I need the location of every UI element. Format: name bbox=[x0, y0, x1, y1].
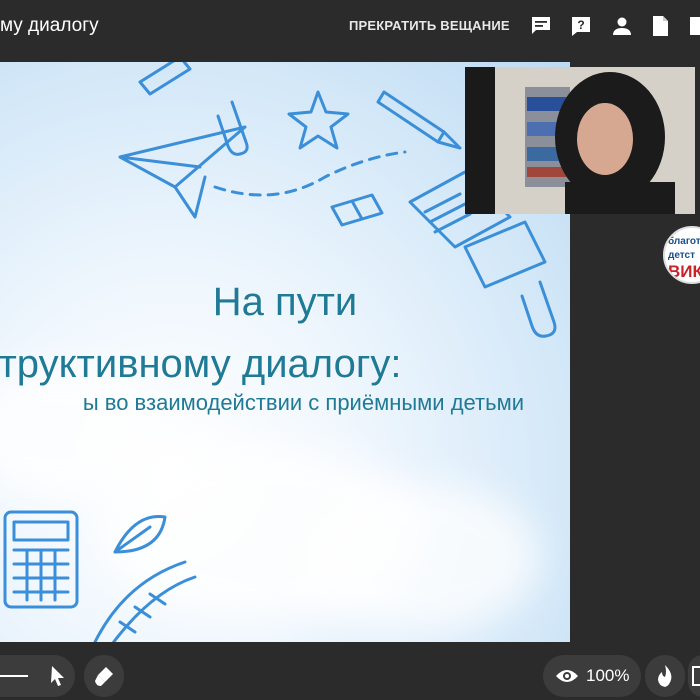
avatar-line1: благот bbox=[668, 236, 700, 247]
brush-icon[interactable] bbox=[92, 664, 116, 688]
slide-title-line1: На пути bbox=[212, 280, 358, 324]
webcam-image bbox=[465, 67, 695, 214]
dash-trail-doodle bbox=[213, 150, 407, 197]
pencil-doodle bbox=[376, 90, 462, 150]
chat-icon[interactable] bbox=[529, 14, 553, 38]
more-icon[interactable] bbox=[688, 14, 700, 38]
slide-title-line2: структивному диалогу: bbox=[0, 342, 402, 386]
pointer-icon[interactable] bbox=[48, 664, 68, 688]
svg-text:?: ? bbox=[577, 18, 584, 32]
person-icon[interactable] bbox=[610, 14, 634, 38]
avatar-line3: ВИК bbox=[668, 262, 700, 281]
zoom-level: 100% bbox=[586, 666, 630, 685]
webcam-video[interactable] bbox=[465, 67, 695, 214]
question-icon[interactable]: ? bbox=[569, 14, 593, 38]
slide-subtitle: ы во взаимодействии с приёмными детьми bbox=[82, 390, 524, 415]
flame-icon[interactable] bbox=[654, 664, 676, 688]
extra-icon[interactable] bbox=[692, 664, 700, 688]
document-icon[interactable] bbox=[648, 14, 672, 38]
dna-doodle bbox=[93, 560, 197, 642]
stop-broadcast-button[interactable]: ПРЕКРАТИТЬ ВЕЩАНИЕ bbox=[349, 18, 510, 33]
ruler-doodle bbox=[138, 62, 192, 96]
eye-icon[interactable] bbox=[555, 666, 579, 686]
eraser-doodle bbox=[330, 193, 384, 227]
zoom-slider-track[interactable] bbox=[0, 675, 28, 677]
top-bar: му диалогу ПРЕКРАТИТЬ ВЕЩАНИЕ ? bbox=[0, 0, 700, 52]
avatar-line2: детст bbox=[668, 250, 696, 261]
star-doodle bbox=[287, 90, 350, 150]
meeting-title: му диалогу bbox=[0, 15, 99, 36]
leaf-doodle bbox=[113, 514, 167, 554]
organization-avatar[interactable]: благот детст ВИК bbox=[663, 226, 700, 284]
